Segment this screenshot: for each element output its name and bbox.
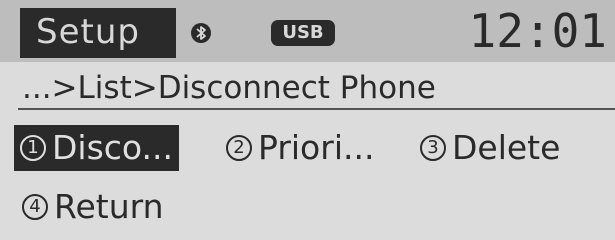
menu-item-disconnect[interactable]: 1 Disco... bbox=[14, 125, 179, 171]
header-bar: Setup USB 12:01 bbox=[0, 0, 615, 62]
head-unit-screen: Setup USB 12:01 ...>List>Disconnect Phon… bbox=[0, 0, 615, 240]
divider bbox=[18, 108, 615, 110]
screen-title: Setup bbox=[36, 12, 140, 52]
number-4-icon: 4 bbox=[22, 194, 48, 220]
menu-item-priority[interactable]: 2 Priori... bbox=[226, 125, 374, 171]
number-3-icon: 3 bbox=[420, 135, 446, 161]
breadcrumb: ...>List>Disconnect Phone bbox=[22, 70, 436, 106]
menu-item-label: Return bbox=[54, 187, 164, 226]
menu-item-delete[interactable]: 3 Delete bbox=[420, 125, 560, 171]
number-1-icon: 1 bbox=[20, 135, 46, 161]
menu-item-label: Priori... bbox=[258, 128, 375, 167]
menu-item-label: Delete bbox=[452, 128, 561, 167]
number-2-icon: 2 bbox=[226, 135, 252, 161]
usb-status-badge: USB bbox=[271, 20, 335, 46]
bluetooth-icon bbox=[191, 23, 211, 43]
menu-item-label: Disco... bbox=[52, 128, 173, 167]
clock: 12:01 bbox=[468, 4, 607, 58]
menu-item-return[interactable]: 4 Return bbox=[22, 184, 164, 230]
